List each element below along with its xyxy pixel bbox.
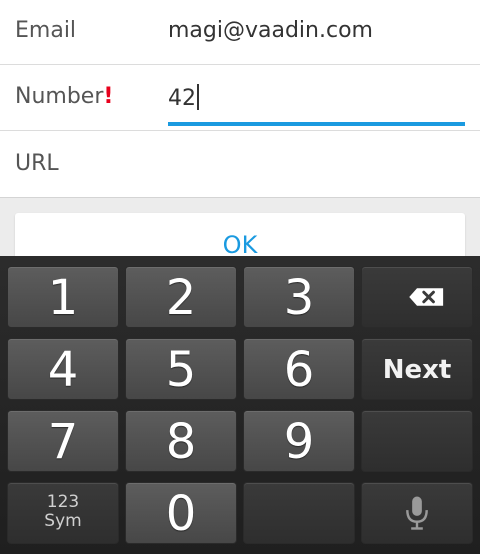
text-cursor (197, 84, 199, 110)
next-key-label: Next (382, 355, 452, 385)
key-9-label: 9 (283, 414, 315, 470)
key-2[interactable]: 2 (125, 266, 237, 328)
key-7[interactable]: 7 (7, 410, 119, 472)
backspace-key[interactable] (361, 266, 473, 328)
ok-button-label: OK (222, 231, 258, 259)
key-2-label: 2 (165, 270, 197, 326)
key-3-label: 3 (283, 270, 315, 326)
blank-key-bottom[interactable] (243, 482, 355, 544)
key-1-label: 1 (47, 270, 79, 326)
next-key[interactable]: Next (361, 338, 473, 400)
symbols-key-line2: Sym (44, 511, 82, 531)
key-6[interactable]: 6 (243, 338, 355, 400)
key-0[interactable]: 0 (125, 482, 237, 544)
symbols-key-line1: 123 (46, 492, 80, 512)
email-label: Email (15, 18, 77, 43)
key-5-label: 5 (165, 342, 197, 398)
url-row: URL (0, 131, 480, 198)
number-field-value: 42 (168, 86, 196, 111)
key-6-label: 6 (283, 342, 315, 398)
email-field[interactable]: magi@vaadin.com (168, 18, 373, 43)
email-row: Email magi@vaadin.com (0, 0, 480, 65)
key-1[interactable]: 1 (7, 266, 119, 328)
number-label-text: Number (15, 84, 104, 109)
number-label: Number! (15, 84, 113, 109)
key-3[interactable]: 3 (243, 266, 355, 328)
voice-input-key[interactable] (361, 482, 473, 544)
key-8-label: 8 (165, 414, 197, 470)
form-panel: Email magi@vaadin.com Number! 42 URL (0, 0, 480, 198)
key-8[interactable]: 8 (125, 410, 237, 472)
number-field-focus-underline (168, 122, 465, 126)
symbols-key[interactable]: 123 Sym (7, 482, 119, 544)
backspace-icon (409, 288, 444, 306)
key-5[interactable]: 5 (125, 338, 237, 400)
key-0-label: 0 (165, 486, 197, 542)
key-4-label: 4 (47, 342, 79, 398)
number-field[interactable]: 42 (168, 84, 199, 111)
key-4[interactable]: 4 (7, 338, 119, 400)
key-7-label: 7 (47, 414, 79, 470)
key-9[interactable]: 9 (243, 410, 355, 472)
number-row: Number! 42 (0, 65, 480, 131)
symbols-key-label: 123 Sym (8, 483, 118, 531)
blank-key[interactable] (361, 410, 473, 472)
required-indicator: ! (103, 84, 114, 109)
microphone-icon (406, 496, 428, 530)
numeric-keyboard: 1 2 3 4 5 6 Next 7 8 9 123 Sym 0 (0, 256, 480, 554)
url-label: URL (15, 151, 59, 176)
